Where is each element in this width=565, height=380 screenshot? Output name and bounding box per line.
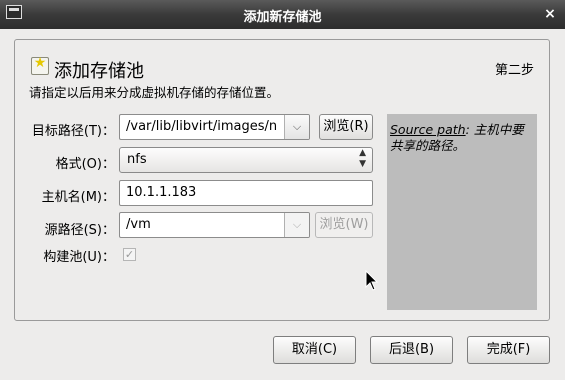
page-description: 请指定以后用来分成虚拟机存储的存储位置。 — [29, 85, 280, 100]
help-link[interactable]: Source path — [390, 122, 466, 137]
format-label: 格式(O)： — [55, 157, 115, 172]
window-title: 添加新存储池 — [243, 10, 322, 25]
page-title: 添加存储池 — [54, 61, 144, 82]
help-text-inline: : 主机中要 — [465, 122, 524, 137]
source-path-label: 源路径(S)： — [44, 223, 115, 238]
help-panel: Source path: 主机中要 共享的路径。 — [387, 114, 537, 310]
chevron-down-icon[interactable]: ⌵ — [284, 213, 309, 237]
wizard-page: 添加存储池 第二步 请指定以后用来分成虚拟机存储的存储位置。 目标路径(T)： … — [14, 39, 550, 321]
source-path-combo[interactable]: /vm ⌵ — [119, 212, 310, 238]
build-pool-checkbox[interactable]: ✓ — [123, 248, 136, 261]
chevron-down-icon[interactable]: ⌵ — [284, 115, 309, 139]
target-path-value: /var/lib/libvirt/images/n — [126, 119, 278, 134]
browse-target-button[interactable]: 浏览(R) — [319, 114, 373, 140]
help-text-rest: 共享的路径。 — [390, 138, 466, 153]
build-pool-label: 构建池(U)： — [43, 250, 115, 265]
hostname-input[interactable]: 10.1.1.183 — [119, 180, 373, 206]
finish-button[interactable]: 完成(F) — [467, 336, 550, 364]
target-path-combo[interactable]: /var/lib/libvirt/images/n ⌵ — [119, 114, 310, 140]
hostname-label: 主机名(M)： — [41, 190, 115, 205]
format-select[interactable]: nfs ▲ ▼ — [119, 147, 373, 173]
cancel-button[interactable]: 取消(C) — [273, 336, 356, 364]
browse-source-button[interactable]: 浏览(W) — [315, 212, 373, 238]
storage-pool-icon — [31, 55, 49, 75]
dialog-body: 添加存储池 第二步 请指定以后用来分成虚拟机存储的存储位置。 目标路径(T)： … — [0, 29, 565, 380]
back-button[interactable]: 后退(B) — [370, 336, 453, 364]
title-bar: 添加新存储池 × — [0, 0, 565, 30]
up-down-arrows-icon: ▲ ▼ — [359, 148, 366, 169]
source-path-value: /vm — [126, 217, 151, 232]
format-value: nfs — [127, 152, 147, 167]
mouse-pointer-icon — [365, 270, 379, 291]
step-indicator: 第二步 — [495, 63, 535, 78]
close-icon[interactable]: × — [541, 5, 559, 23]
target-path-label: 目标路径(T)： — [31, 124, 115, 139]
